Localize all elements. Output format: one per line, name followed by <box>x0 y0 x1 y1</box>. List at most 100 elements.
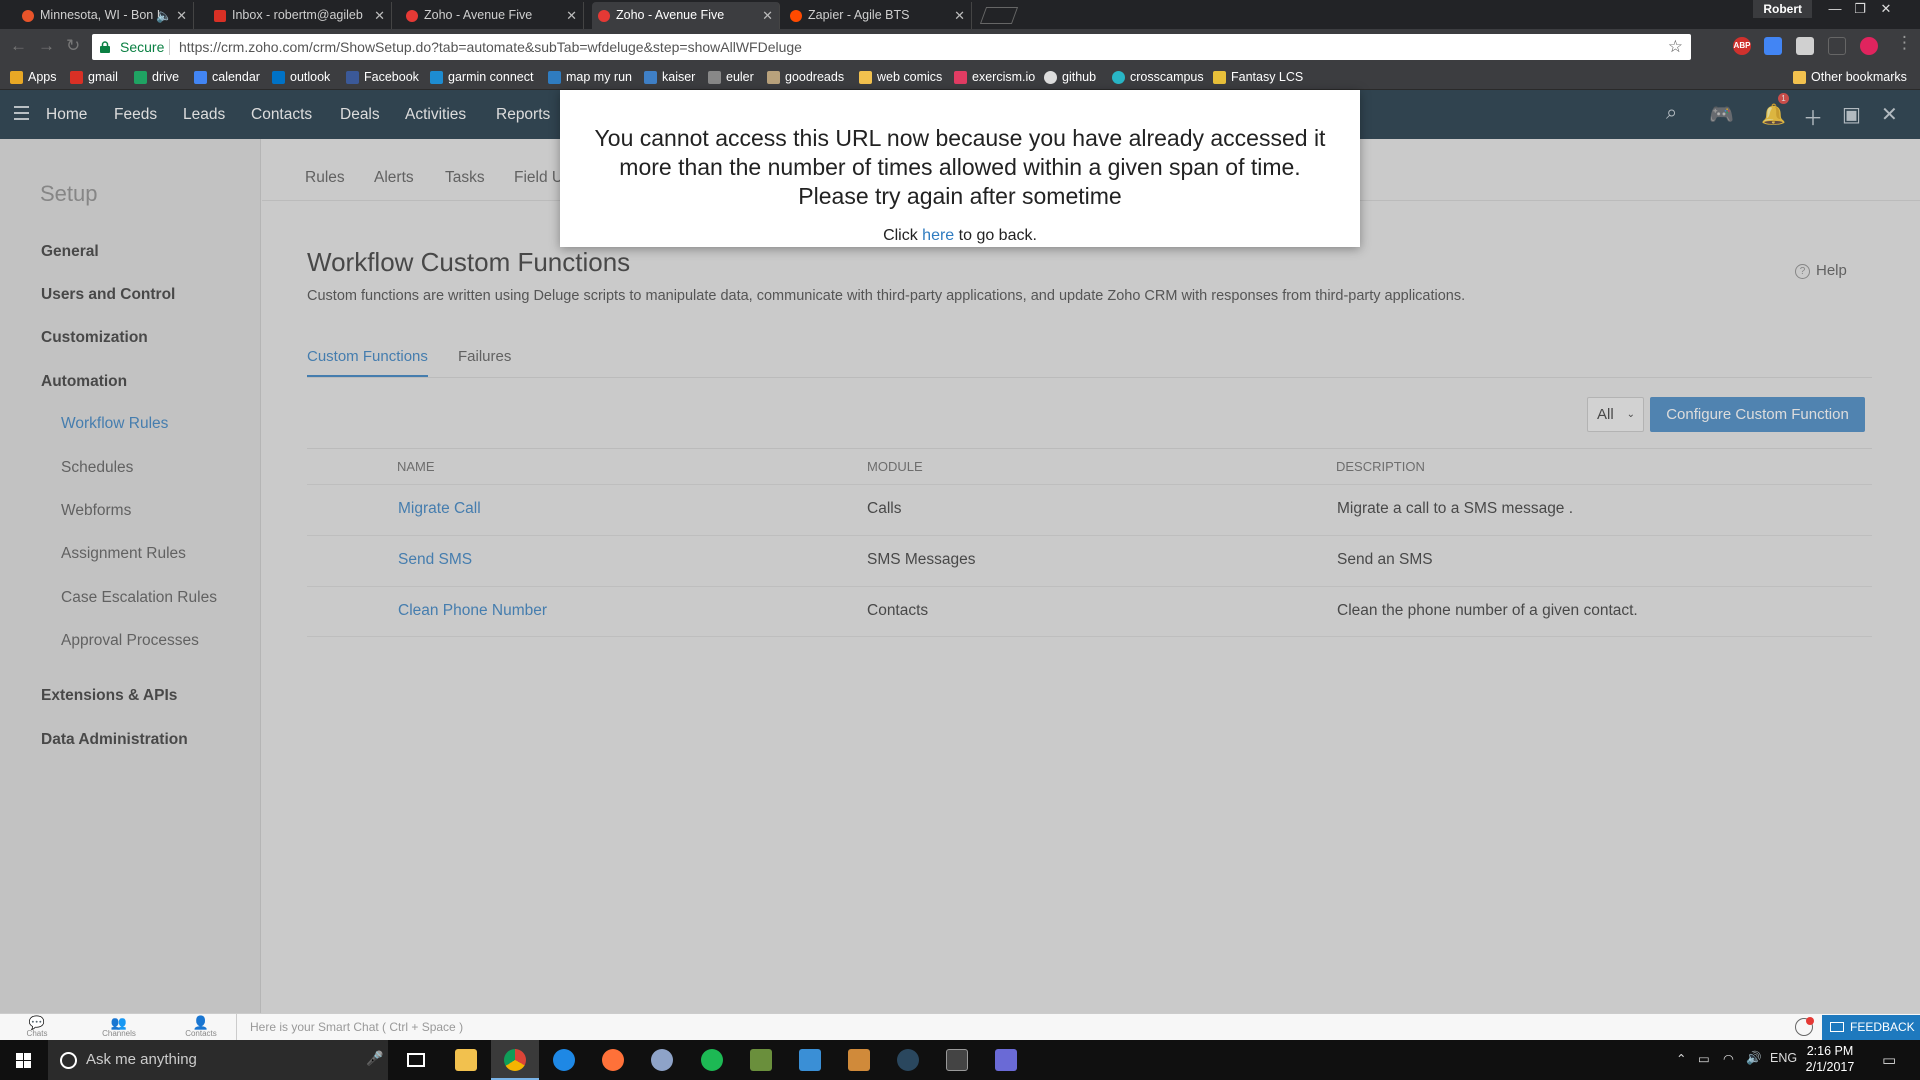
browser-tab-title: Minnesota, WI - Bon I <box>40 8 161 22</box>
vpn-button[interactable] <box>638 1040 686 1080</box>
editor-icon <box>799 1049 821 1071</box>
task-view-button[interactable] <box>392 1040 440 1080</box>
edge-button[interactable] <box>540 1040 588 1080</box>
editor-button[interactable] <box>786 1040 834 1080</box>
bookmark-folder-webcomics[interactable]: web comics <box>859 65 942 90</box>
outlook-icon <box>272 71 285 84</box>
cortana-search[interactable]: Ask me anything 🎤 <box>48 1040 388 1080</box>
browser-tab[interactable]: Inbox - robertm@agileb ✕ <box>208 2 392 29</box>
secure-label: Secure <box>120 39 165 55</box>
action-center-icon[interactable]: ▭ <box>1882 1051 1896 1069</box>
browser-tab-active[interactable]: Zoho - Avenue Five ✕ <box>592 2 780 29</box>
start-button[interactable] <box>0 1040 48 1080</box>
browser-tab[interactable]: Zapier - Agile BTS ✕ <box>784 2 972 29</box>
close-tab-icon[interactable]: 🔈 ✕ <box>156 2 187 29</box>
terminal-button[interactable] <box>933 1040 981 1080</box>
url-separator <box>169 39 170 55</box>
bookmarks-bar: Apps gmail drive calendar outlook Facebo… <box>0 65 1920 90</box>
cast-icon[interactable] <box>1828 37 1846 55</box>
chrome-icon <box>504 1049 526 1071</box>
contacts-button[interactable]: 👤 Contacts <box>176 1016 226 1038</box>
alert-dot <box>1806 1017 1814 1025</box>
ext-red-icon[interactable] <box>1860 37 1878 55</box>
wifi-icon[interactable]: ◠ <box>1723 1051 1734 1066</box>
bookmark-outlook[interactable]: outlook <box>272 65 330 90</box>
chats-button[interactable]: 💬 Chats <box>12 1016 62 1038</box>
close-tab-icon[interactable]: ✕ <box>762 2 773 29</box>
language-indicator[interactable]: ENG <box>1770 1051 1797 1065</box>
bookmark-apps[interactable]: Apps <box>10 65 57 90</box>
spotify-icon <box>701 1049 723 1071</box>
smart-chat-input[interactable]: Here is your Smart Chat ( Ctrl + Space ) <box>250 1020 463 1034</box>
window-close-icon[interactable]: ✕ <box>1874 0 1898 18</box>
calendar-ext-icon[interactable] <box>1764 37 1782 55</box>
bookmark-goodreads[interactable]: goodreads <box>767 65 844 90</box>
zoho-favicon-icon <box>406 10 418 22</box>
go-back-link[interactable]: here <box>922 227 954 244</box>
bookmark-exercism[interactable]: exercism.io <box>954 65 1035 90</box>
bookmark-euler[interactable]: euler <box>708 65 754 90</box>
steam-button[interactable] <box>884 1040 932 1080</box>
kaiser-icon <box>644 71 657 84</box>
bookmark-drive[interactable]: drive <box>134 65 179 90</box>
steam-icon <box>897 1049 919 1071</box>
channels-button[interactable]: 👥 Channels <box>94 1016 144 1038</box>
lock-icon <box>100 41 110 53</box>
browser-tab-strip: Minnesota, WI - Bon I 🔈 ✕ Inbox - robert… <box>0 0 1920 29</box>
zoho-bottom-bar: 💬 Chats 👥 Channels 👤 Contacts Here is your … <box>0 1013 1920 1041</box>
browser-tab-title: Inbox - robertm@agileb <box>232 8 363 22</box>
file-explorer-button[interactable] <box>442 1040 490 1080</box>
cortana-icon <box>60 1052 77 1069</box>
browser-tab[interactable]: Zoho - Avenue Five ✕ <box>400 2 584 29</box>
minimize-icon[interactable]: — <box>1823 0 1847 18</box>
minecraft-button[interactable] <box>737 1040 785 1080</box>
firefox-button[interactable] <box>589 1040 637 1080</box>
reload-icon[interactable]: ↻ <box>66 36 80 56</box>
forward-icon[interactable]: → <box>38 36 55 56</box>
adblock-icon[interactable]: ABP <box>1733 37 1751 55</box>
bookmark-github[interactable]: github <box>1044 65 1096 90</box>
feedback-button[interactable]: FEEDBACK <box>1822 1015 1920 1040</box>
bookmark-crosscampus[interactable]: crosscampus <box>1112 65 1204 90</box>
bookmark-mapmyrun[interactable]: map my run <box>548 65 632 90</box>
app-icon <box>848 1049 870 1071</box>
close-tab-icon[interactable]: ✕ <box>954 2 965 29</box>
browser-tab-title: Zoho - Avenue Five <box>616 8 725 22</box>
rate-limit-dialog: You cannot access this URL now because y… <box>560 90 1360 247</box>
url-text[interactable]: https://crm.zoho.com/crm/ShowSetup.do?ta… <box>179 34 802 60</box>
chrome-menu-icon[interactable]: ⋮ <box>1896 33 1913 53</box>
bookmark-garmin[interactable]: garmin connect <box>430 65 533 90</box>
gmail-favicon-icon <box>214 10 226 22</box>
new-tab-button[interactable] <box>979 7 1019 24</box>
microphone-icon[interactable]: 🎤 <box>366 1050 383 1067</box>
ext-icon[interactable] <box>1796 37 1814 55</box>
close-tab-icon[interactable]: ✕ <box>566 2 577 29</box>
close-tab-icon[interactable]: ✕ <box>374 2 385 29</box>
zoho-favicon-icon <box>598 10 610 22</box>
bookmark-calendar[interactable]: calendar <box>194 65 260 90</box>
other-bookmarks[interactable]: Other bookmarks <box>1793 65 1907 90</box>
system-clock[interactable]: 2:16 PM 2/1/2017 <box>1800 1043 1860 1075</box>
app-orange-button[interactable] <box>835 1040 883 1080</box>
bookmark-gmail[interactable]: gmail <box>70 65 118 90</box>
goodreads-icon <box>767 71 780 84</box>
task-view-icon <box>407 1053 425 1067</box>
browser-tab[interactable]: Minnesota, WI - Bon I 🔈 ✕ <box>16 2 194 29</box>
bookmark-facebook[interactable]: Facebook <box>346 65 419 90</box>
divider <box>236 1014 237 1041</box>
profile-button[interactable]: Robert <box>1753 0 1812 18</box>
network-app-button[interactable] <box>982 1040 1030 1080</box>
chrome-button[interactable] <box>491 1040 539 1080</box>
bookmark-star-icon[interactable]: ☆ <box>1668 34 1683 60</box>
volume-icon[interactable]: 🔊 <box>1746 1051 1762 1066</box>
bookmark-fantasylcs[interactable]: Fantasy LCS <box>1213 65 1303 90</box>
omnibox[interactable]: Secure https://crm.zoho.com/crm/ShowSetu… <box>92 34 1691 60</box>
tray-overflow-icon[interactable]: ⌃ <box>1676 1051 1686 1066</box>
battery-icon[interactable]: ▭ <box>1698 1051 1710 1066</box>
facebook-icon <box>346 71 359 84</box>
crosscampus-icon <box>1112 71 1125 84</box>
spotify-button[interactable] <box>688 1040 736 1080</box>
back-icon[interactable]: ← <box>10 36 27 56</box>
restore-icon[interactable]: ❐ <box>1848 0 1872 18</box>
bookmark-kaiser[interactable]: kaiser <box>644 65 695 90</box>
